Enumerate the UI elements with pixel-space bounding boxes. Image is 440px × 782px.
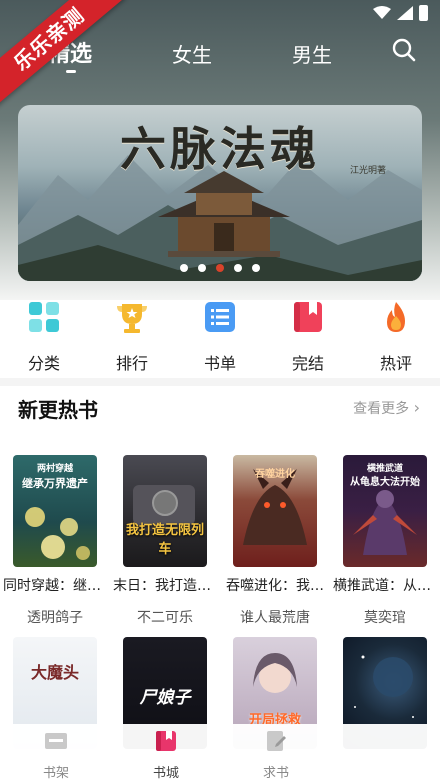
shortcut-label: 完结	[291, 354, 324, 373]
nav-request-book[interactable]: 求书	[246, 730, 306, 781]
shortcut-label: 排行	[115, 354, 148, 373]
book-cover: 吞噬进化	[233, 455, 317, 567]
nav-label: 求书	[262, 766, 289, 781]
bottom-navigation: 书架 书城 求书	[0, 724, 440, 782]
cover-title: 吞噬进化	[255, 469, 295, 480]
banner-subtitle: 江光明著	[349, 166, 386, 176]
book-title: 末日：我打造无限列车	[113, 578, 217, 594]
carousel-dot[interactable]	[198, 264, 206, 272]
nav-bookshelf[interactable]: 书架	[26, 730, 86, 781]
carousel-dots	[18, 264, 422, 272]
book-card[interactable]: 吞噬进化 吞噬进化：我… 谁人最荒唐	[226, 455, 324, 627]
book-cover: 两村穿越 继承万界遗产	[13, 455, 97, 567]
book-author: 不二可乐	[137, 610, 193, 626]
bookshelf-icon	[45, 733, 67, 749]
book-cover: 我打造无限列车	[123, 455, 207, 567]
wifi-icon	[373, 6, 391, 19]
bookstore-icon	[156, 731, 176, 751]
book-author: 莫奕琯	[364, 610, 406, 626]
book-title: 吞噬进化：我…	[226, 578, 324, 594]
book-title: 同时穿越：继承万界遗产	[3, 578, 107, 594]
carousel-dot[interactable]	[180, 264, 188, 272]
shortcut-booklist[interactable]: 书单	[190, 296, 250, 374]
tab-male[interactable]: 男生	[292, 39, 332, 68]
book-cover: 横推武道 从龟息大法开始	[343, 455, 427, 567]
section-divider	[0, 378, 440, 386]
book-title: 横推武道：从龟息大法开始	[333, 578, 437, 594]
trophy-icon	[117, 304, 147, 333]
shortcut-label: 书单	[203, 354, 236, 373]
cover-title: 大魔头	[30, 663, 79, 682]
tab-female[interactable]: 女生	[172, 39, 212, 68]
battery-icon	[419, 5, 428, 21]
nav-label: 书城	[152, 766, 179, 781]
list-icon	[205, 302, 235, 332]
featured-banner[interactable]: 六脉法魂 江光明著	[18, 105, 422, 281]
tab-active-indicator	[66, 70, 76, 73]
section-title: 新更热书	[18, 398, 98, 422]
shortcut-label: 热评	[379, 354, 412, 373]
carousel-dot[interactable]	[234, 264, 242, 272]
chevron-right-icon: ›	[413, 398, 420, 417]
request-book-icon	[267, 731, 286, 751]
carousel-dot[interactable]	[252, 264, 260, 272]
bookmark-icon	[294, 302, 322, 332]
cover-title: 我打造无限列车	[125, 523, 204, 557]
shortcut-label: 分类	[27, 354, 60, 373]
shortcut-completed[interactable]: 完结	[278, 296, 338, 374]
view-more-label: 查看更多	[353, 401, 410, 417]
grid-icon	[29, 302, 59, 332]
shortcut-hot-reviews[interactable]: 热评	[366, 296, 426, 374]
book-author: 谁人最荒唐	[240, 610, 310, 626]
flame-icon	[387, 302, 405, 332]
cover-art	[25, 507, 90, 560]
book-card[interactable]: 两村穿越 继承万界遗产 同时穿越：继承万界遗产 透明鸽子	[3, 455, 107, 627]
shortcut-ranking[interactable]: 排行	[102, 296, 162, 374]
search-icon[interactable]	[392, 38, 416, 62]
shortcut-category[interactable]: 分类	[14, 296, 74, 374]
nav-bookstore[interactable]: 书城	[136, 730, 196, 781]
book-card[interactable]: 横推武道 从龟息大法开始 横推武道：从龟息大法开始 莫奕琯	[333, 455, 437, 627]
carousel-dot-active[interactable]	[216, 264, 224, 272]
signal-icon	[397, 6, 413, 20]
view-more-link[interactable]: 查看更多 ›	[353, 398, 420, 418]
cover-title: 尸娘子	[139, 688, 191, 708]
cover-art	[353, 490, 417, 555]
book-card[interactable]: 我打造无限列车 末日：我打造无限列车 不二可乐	[113, 455, 217, 627]
book-author: 透明鸽子	[27, 610, 83, 626]
category-shortcuts: 分类 排行 书单 完结 热评	[0, 296, 440, 376]
nav-label: 书架	[42, 766, 69, 781]
